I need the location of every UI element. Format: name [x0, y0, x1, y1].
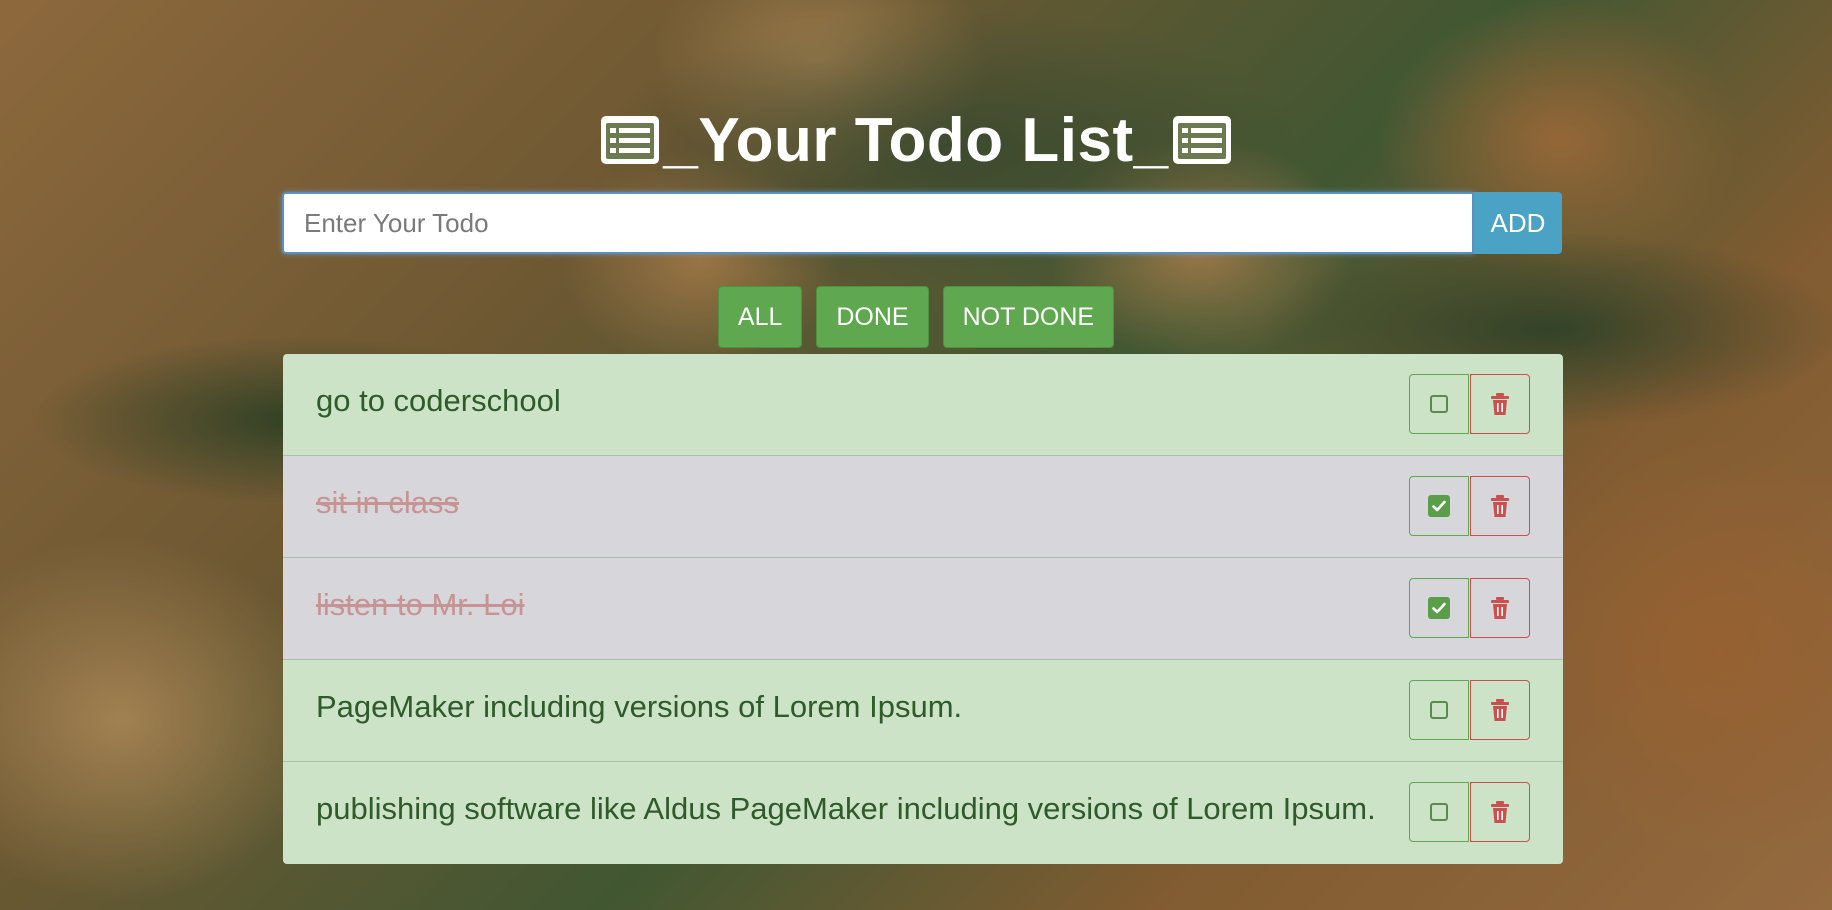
filter-done-button[interactable]: DONE	[816, 286, 929, 348]
add-button[interactable]: ADD	[1474, 192, 1562, 254]
delete-button[interactable]	[1470, 578, 1530, 638]
trash-icon	[1489, 596, 1511, 620]
filter-all-button[interactable]: ALL	[717, 286, 803, 348]
toggle-done-button[interactable]	[1409, 578, 1469, 638]
todo-item: listen to Mr. Loi	[283, 558, 1563, 660]
page-title-text: _Your Todo List_	[663, 105, 1169, 175]
delete-button[interactable]	[1470, 374, 1530, 434]
filter-bar: ALL DONE NOT DONE	[0, 286, 1832, 348]
checkbox-icon	[1428, 495, 1450, 517]
add-todo-form: ADD	[282, 192, 1562, 254]
todo-item: sit in class	[283, 456, 1563, 558]
checkbox-icon	[1430, 395, 1448, 413]
trash-icon	[1489, 494, 1511, 518]
todo-list: go to coderschool sit in class listen to…	[283, 354, 1563, 864]
todo-item: go to coderschool	[283, 354, 1563, 456]
trash-icon	[1489, 698, 1511, 722]
todo-item: publishing software like Aldus PageMaker…	[283, 762, 1563, 864]
toggle-done-button[interactable]	[1409, 782, 1469, 842]
todo-text: listen to Mr. Loi	[316, 587, 525, 622]
toggle-done-button[interactable]	[1409, 476, 1469, 536]
todo-item: PageMaker including versions of Lorem Ip…	[283, 660, 1563, 762]
todo-actions	[1409, 578, 1530, 638]
todo-text: publishing software like Aldus PageMaker…	[316, 791, 1376, 826]
todo-actions	[1409, 680, 1530, 740]
todo-actions	[1409, 476, 1530, 536]
trash-icon	[1489, 392, 1511, 416]
trash-icon	[1489, 800, 1511, 824]
todo-input[interactable]	[282, 192, 1474, 254]
todo-text: go to coderschool	[316, 383, 561, 418]
delete-button[interactable]	[1470, 782, 1530, 842]
delete-button[interactable]	[1470, 680, 1530, 740]
checkbox-icon	[1430, 701, 1448, 719]
todo-text: sit in class	[316, 485, 459, 520]
toggle-done-button[interactable]	[1409, 680, 1469, 740]
todo-text: PageMaker including versions of Lorem Ip…	[316, 689, 963, 724]
todo-actions	[1409, 374, 1530, 434]
todo-actions	[1409, 782, 1530, 842]
list-alt-icon	[1171, 114, 1233, 166]
delete-button[interactable]	[1470, 476, 1530, 536]
toggle-done-button[interactable]	[1409, 374, 1469, 434]
page-title: _Your Todo List_	[0, 100, 1832, 180]
filter-not-done-button[interactable]: NOT DONE	[942, 286, 1115, 348]
checkbox-icon	[1430, 803, 1448, 821]
checkbox-icon	[1428, 597, 1450, 619]
list-alt-icon	[599, 114, 661, 166]
